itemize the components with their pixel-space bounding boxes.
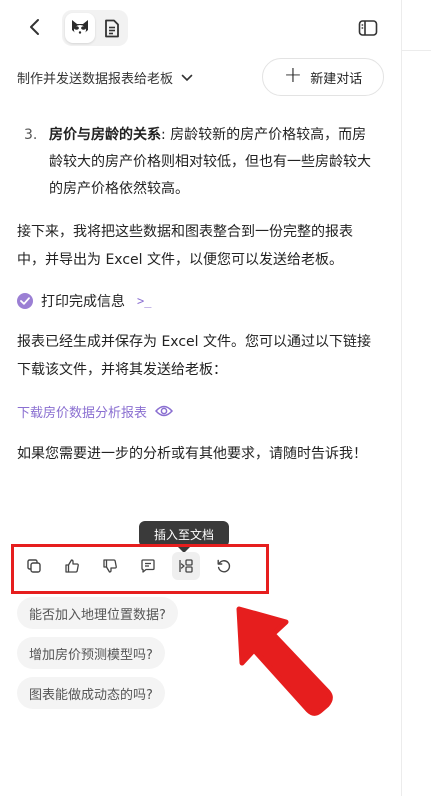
tool-status-label: 打印完成信息 (41, 294, 125, 310)
download-link-text: 下载房价数据分析报表 (17, 405, 148, 421)
eye-icon (155, 405, 174, 417)
sidebar-icon (358, 20, 378, 36)
chat-panel: 制作并发送数据报表给老板 + 新建对话 3. 房价与房龄的关系: 房龄较新的房产… (0, 0, 401, 796)
plus-icon: + (283, 63, 303, 88)
list-item-bold: 房价与房龄的关系 (49, 127, 161, 143)
list-item: 3. 房价与房龄的关系: 房龄较新的房产价格较高，而房龄较大的房产价格则相对较低… (17, 122, 379, 203)
document-area (402, 0, 431, 796)
suggestion-chip[interactable]: 图表能做成动态的吗? (17, 677, 165, 709)
message-paragraph: 接下来，我将把这些数据和图表整合到一份完整的报表中，并导出为 Excel 文件，… (17, 224, 353, 268)
message-paragraph: 如果您需要进一步的分析或有其他要求，请随时告诉我！ (17, 446, 367, 462)
mode-switch (62, 10, 128, 46)
title-row: 制作并发送数据报表给老板 + 新建对话 (0, 58, 401, 98)
back-button[interactable] (22, 14, 48, 40)
new-chat-label: 新建对话 (310, 71, 363, 87)
download-report-link[interactable]: 下载房价数据分析报表 (17, 396, 379, 426)
top-bar (0, 0, 401, 54)
list-number: 3. (24, 127, 38, 143)
assistant-message: 3. 房价与房龄的关系: 房龄较新的房产价格较高，而房龄较大的房产价格则相对较低… (17, 122, 379, 468)
message-paragraph: 报表已经生成并保存为 Excel 文件。您可以通过以下链接下载该文件，并将其发送… (17, 334, 371, 378)
conversation-title[interactable]: 制作并发送数据报表给老板 (17, 68, 193, 87)
document-icon (105, 19, 119, 37)
suggestion-chip[interactable]: 增加房价预测模型吗? (17, 637, 165, 669)
chevron-left-icon (30, 19, 39, 35)
annotation-highlight-box (11, 544, 269, 594)
sidebar-toggle-button[interactable] (356, 16, 380, 40)
new-chat-button[interactable]: + 新建对话 (262, 58, 384, 96)
document-header-line (402, 50, 431, 51)
conversation-title-text: 制作并发送数据报表给老板 (17, 72, 174, 87)
raccoon-avatar-icon (72, 20, 88, 35)
chevron-down-icon (181, 74, 193, 81)
check-icon (17, 293, 33, 309)
annotation-arrow-icon (236, 606, 333, 716)
mode-agent-button[interactable] (65, 13, 95, 43)
mode-document-button[interactable] (98, 13, 126, 43)
terminal-icon: >_ (137, 294, 152, 308)
suggestion-chip[interactable]: 能否加入地理位置数据? (17, 597, 178, 629)
tool-status[interactable]: 打印完成信息 >_ (17, 286, 379, 316)
